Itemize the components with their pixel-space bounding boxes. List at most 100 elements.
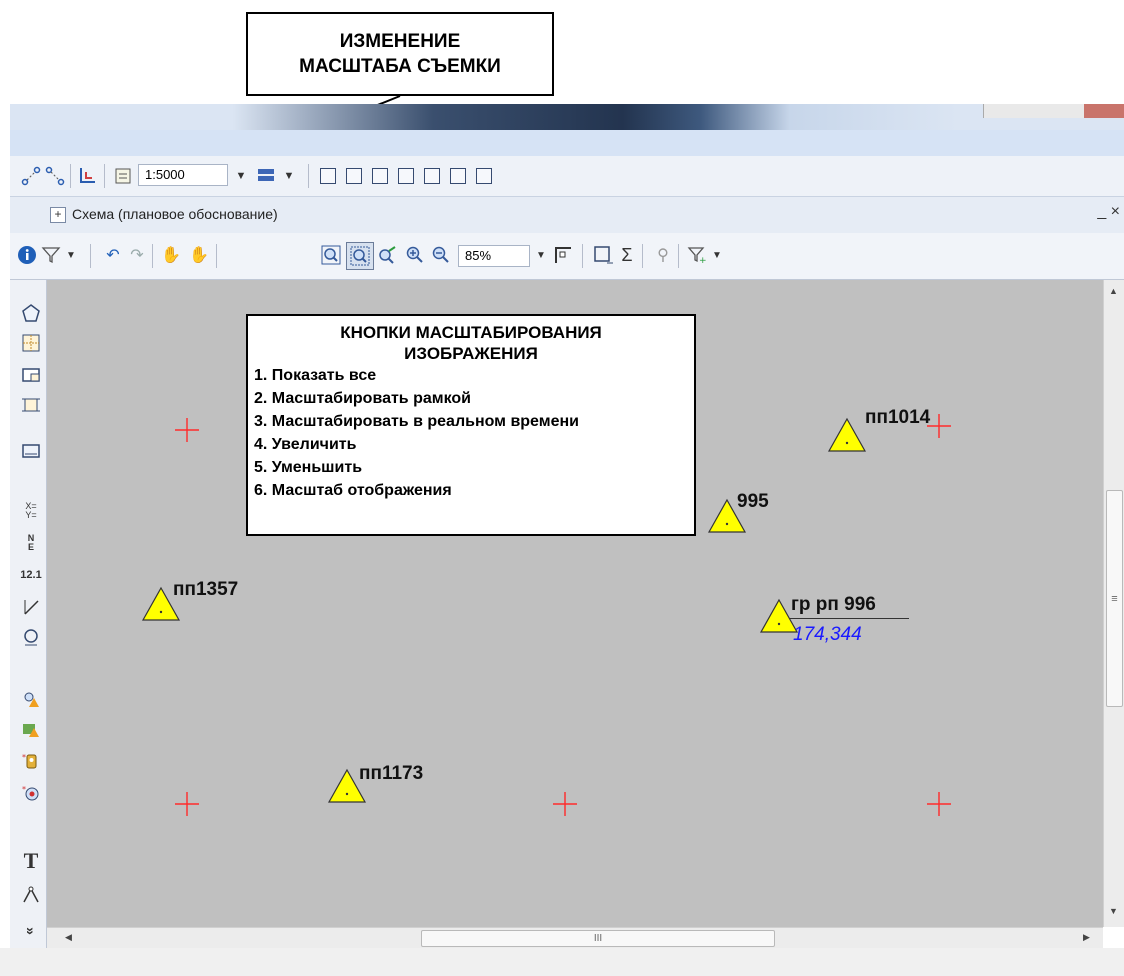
zoom-callout-item: 2. Масштабировать рамкой [254,390,471,407]
horizontal-scroll-thumb[interactable]: III [421,930,775,947]
survey-point-marker[interactable] [827,417,867,453]
point-label: гр рп 996 [791,594,876,615]
vertical-scroll-thumb[interactable]: ≡ [1106,490,1123,707]
pan-hand-icon[interactable]: ✋ [160,244,182,266]
scroll-up-icon[interactable]: ▲ [1109,286,1118,296]
toolbar-separator [308,164,309,188]
polygon-icon[interactable] [20,302,42,324]
survey-scale-icon[interactable] [112,165,134,187]
point-label: пп1173 [359,763,424,784]
text-tool-icon[interactable]: T [20,848,42,873]
status-bar [0,948,1124,976]
zoom-callout-item: 1. Показать все [254,367,377,384]
target-icon[interactable]: * [20,782,42,804]
survey-scale-value: 1:5000 [145,167,185,182]
svg-text:*: * [22,785,26,794]
sheet-angle-icon[interactable] [398,168,414,184]
expand-plus-icon[interactable]: + [50,207,66,223]
toolbar-separator [104,164,105,188]
layers-chevron-down-icon[interactable]: ▼ [278,165,300,187]
zoom-out-icon[interactable] [430,244,452,266]
zoom-callout-item: 3. Масштабировать в реальном времени [254,413,579,430]
view-toolbar: ▼ ↶ ↷ ✋ ✋ 85% ▼ Σ ⚲ + ▼ [10,233,1124,280]
more-tools-icon[interactable]: » [20,920,42,942]
scroll-left-icon[interactable]: ◀ [65,932,72,943]
point-label: пп1357 [173,579,239,600]
display-scale-value: 85% [465,248,492,263]
north-east-icon[interactable]: N E [20,532,42,554]
show-all-icon[interactable] [320,244,342,266]
search-warning-icon[interactable] [20,688,42,710]
zoom-callout-item: 6. Масштаб отображения [254,482,452,499]
sheet-split-icon[interactable] [346,168,362,184]
coordinates-icon[interactable]: X= Y= [20,500,42,522]
info-icon[interactable] [16,244,38,266]
toolbar-separator [642,244,643,268]
window-title-bar [10,104,1124,130]
sheet-cross-icon[interactable] [476,168,492,184]
rectangle-icon[interactable] [20,364,42,386]
ribbon-strip [10,130,1124,156]
scroll-down-icon[interactable]: ▼ [1109,906,1118,916]
filter-add-chevron-down-icon[interactable]: ▼ [706,244,728,266]
zoom-callout-title-1: КНОПКИ МАСШТАБИРОВАНИЯ [340,323,602,342]
zoom-callout-item: 4. Увеличить [254,436,357,453]
document-close-button[interactable]: _ × [1097,203,1120,221]
sheet-frame-icon[interactable] [320,168,336,184]
panel-icon[interactable] [20,440,42,462]
angle-icon[interactable] [20,596,42,618]
sheet-points-icon[interactable] [450,168,466,184]
svg-text:*: * [22,753,26,762]
inspect-icon[interactable]: ⚲ [652,244,674,266]
zoom-realtime-icon[interactable] [376,244,398,266]
frame-icon[interactable] [20,394,42,416]
toolbar-separator [216,244,217,268]
toolbar-separator [70,164,71,188]
zoom-callout-title-2: ИЗОБРАЖЕНИЯ [404,344,538,363]
zoom-buttons-callout: КНОПКИ МАСШТАБИРОВАНИЯ ИЗОБРАЖЕНИЯ 1. По… [246,314,696,536]
redo-icon[interactable]: ↷ [126,244,148,266]
main-toolbar: 1:5000 ▼ ▼ [10,156,1124,197]
polyline-icon[interactable] [20,884,42,906]
axes-icon[interactable] [76,165,98,187]
display-scale-chevron-down-icon[interactable]: ▼ [530,244,552,266]
point-link-icon[interactable] [20,165,42,187]
left-toolbar: X= Y= N E 12.1 * * T » [10,280,47,948]
corner-frame-icon[interactable] [552,244,574,266]
undo-icon[interactable]: ↶ [102,244,124,266]
toolbar-separator [582,244,583,268]
radius-icon[interactable] [20,626,42,648]
filter-add-icon[interactable]: + [686,244,708,266]
point-label: 995 [737,491,769,512]
toolbar-separator [90,244,91,268]
document-bar: + Схема (плановое обоснование) _ × [10,197,1124,233]
instrument-icon[interactable]: * [20,750,42,772]
zoom-in-icon[interactable] [404,244,426,266]
point-label: пп1014 [865,407,931,428]
sheet-circle-icon[interactable] [372,168,388,184]
point-label-underline [789,618,909,619]
pan-hand-dynamic-icon[interactable]: ✋ [188,244,210,266]
sum-area-icon[interactable]: Σ [616,244,638,266]
distance-icon[interactable]: 12.1 [20,564,42,586]
sheet-check-icon[interactable] [424,168,440,184]
toolbar-separator [152,244,153,268]
filter-icon[interactable] [40,244,62,266]
layers-icon[interactable] [256,165,278,187]
zoom-callout-item: 5. Уменьшить [254,459,363,476]
zoom-window-icon[interactable] [346,242,374,270]
scroll-right-icon[interactable]: ▶ [1083,932,1090,943]
filter-chevron-down-icon[interactable]: ▼ [60,244,82,266]
vertical-scrollbar[interactable]: ▲ ≡ ▼ [1103,280,1124,927]
document-tab-title[interactable]: Схема (плановое обоснование) [72,206,278,222]
display-scale-select[interactable]: 85% [458,245,530,267]
window-close-button[interactable] [1084,104,1124,118]
horizontal-scrollbar[interactable]: ◀ III ▶ [47,927,1103,949]
point-elevation: 174,344 [793,624,862,645]
grid-icon[interactable] [20,332,42,354]
select-rectangle-icon[interactable] [592,244,614,266]
survey-scale-select[interactable]: 1:5000 [138,164,228,186]
point-unlink-icon[interactable] [44,165,66,187]
map-warning-icon[interactable] [20,718,42,740]
scale-dropdown-chevron-down-icon[interactable]: ▼ [230,165,252,187]
